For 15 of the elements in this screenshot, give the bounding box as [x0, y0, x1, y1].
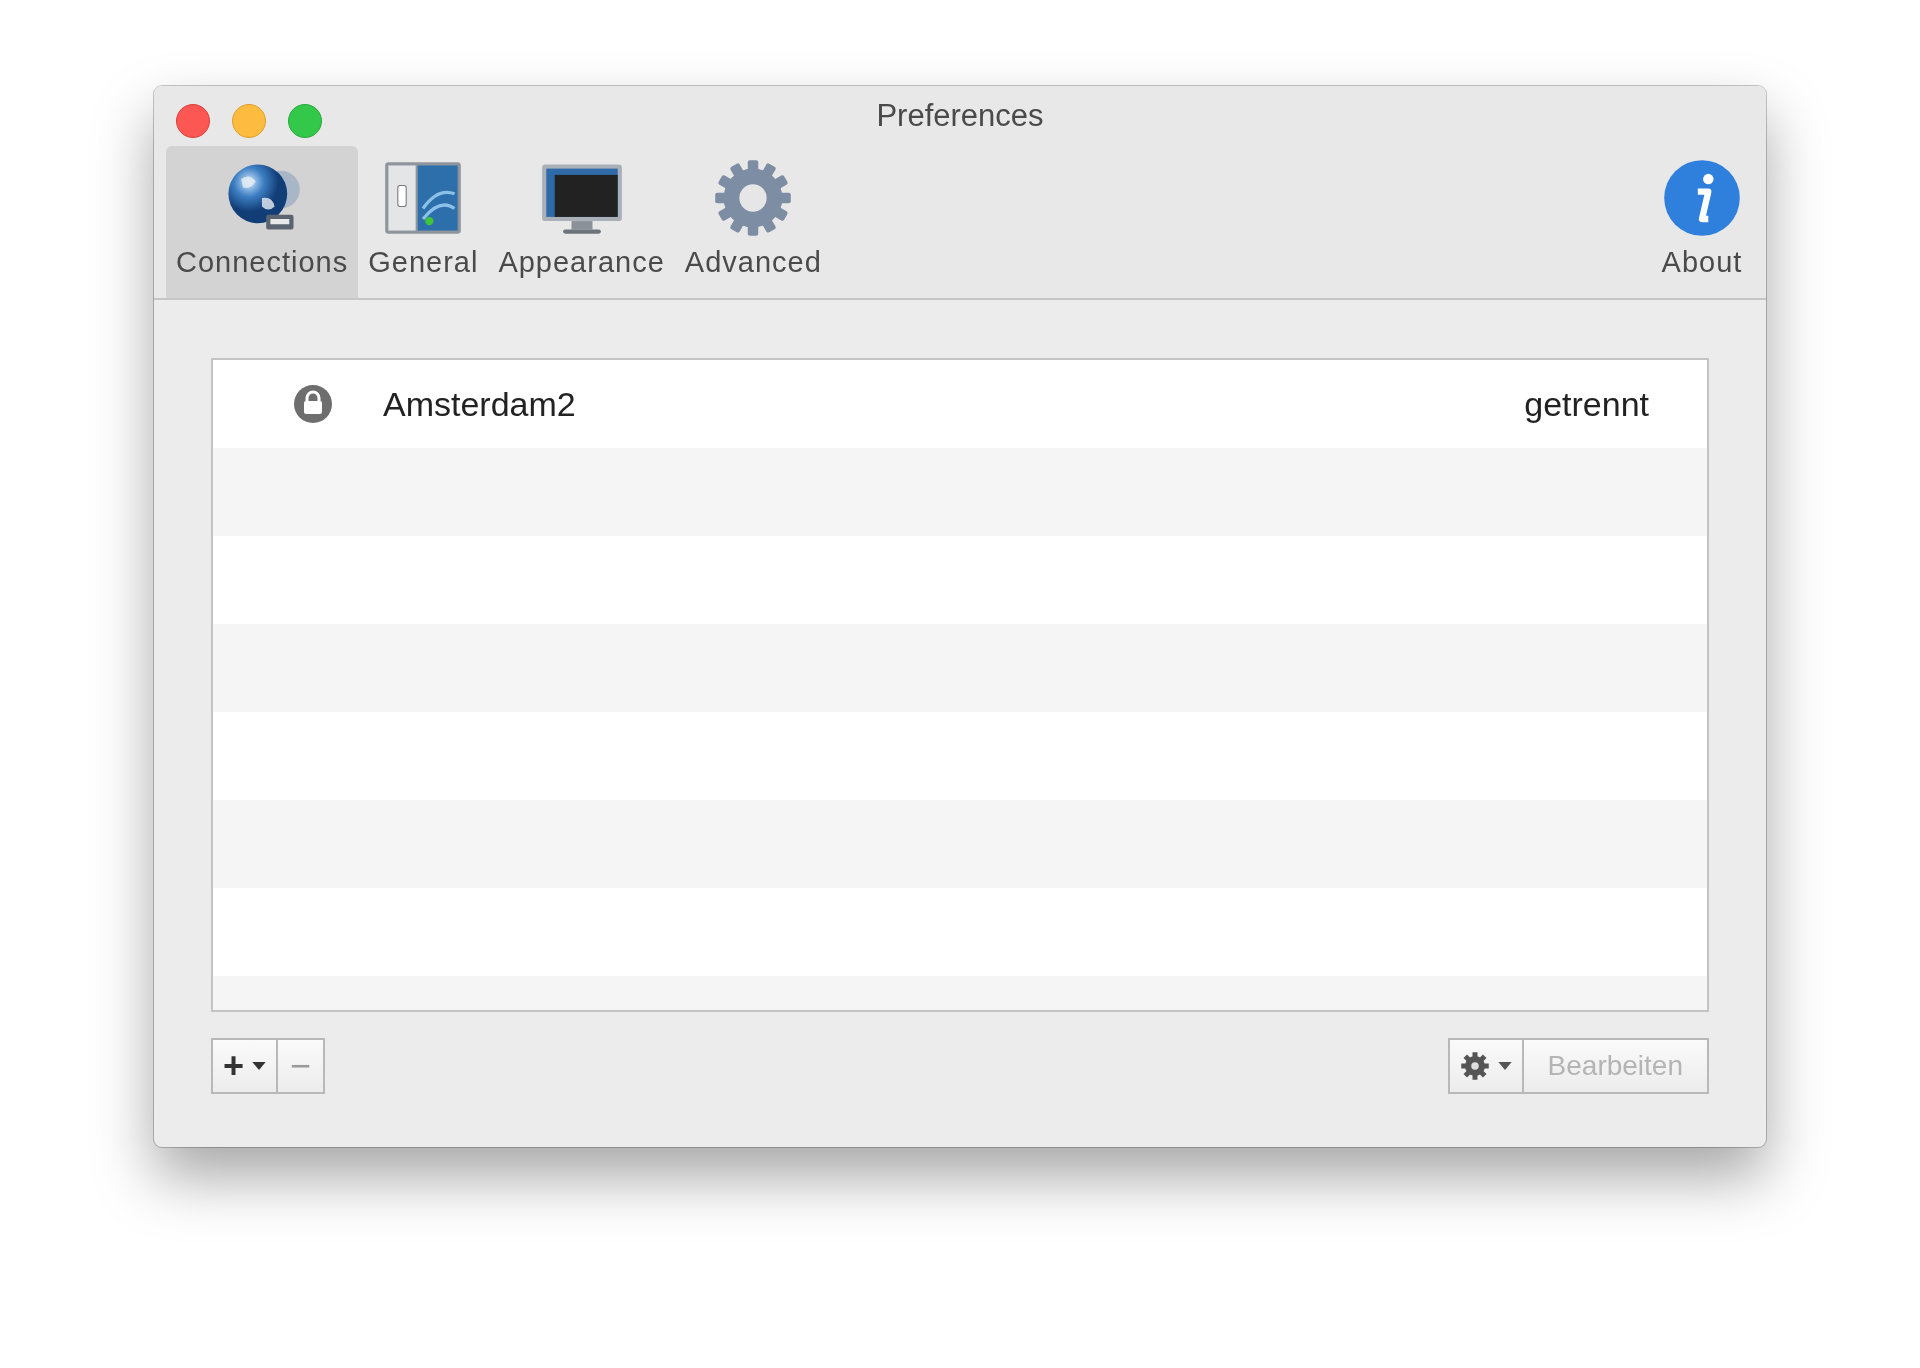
toolbar-tab[interactable]: Advanced [674, 146, 832, 298]
window-title: Preferences [876, 98, 1044, 134]
connection-name: Amsterdam2 [383, 384, 577, 424]
toolbar-tab[interactable]: Appearance [488, 146, 675, 298]
about-button[interactable]: About [1650, 146, 1754, 298]
zoom-button[interactable] [288, 104, 322, 138]
gear-icon [1459, 1051, 1490, 1081]
caret-icon [252, 1062, 267, 1070]
close-button[interactable] [176, 104, 210, 138]
connection-status: getrennt [1524, 384, 1649, 424]
toolbar-tab[interactable]: General [358, 146, 489, 298]
toolbar-tab[interactable]: Connections [166, 146, 359, 298]
caret-icon [1497, 1062, 1512, 1070]
minimize-button[interactable] [232, 104, 266, 138]
add-button[interactable]: + [213, 1040, 277, 1092]
